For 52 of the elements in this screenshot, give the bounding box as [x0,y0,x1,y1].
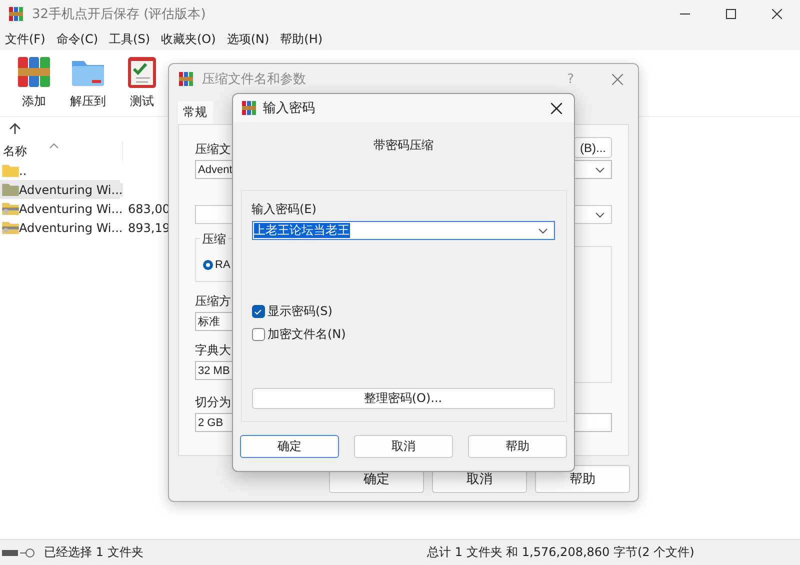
check-icon [253,306,263,316]
field-label: 压缩方 [195,293,231,310]
field-label: 输入密码(E) [252,201,316,218]
dialog-button[interactable]: 帮助 [468,435,567,458]
menu-item[interactable]: 收藏夹(O) [156,30,222,48]
folder-icon [2,183,19,196]
window-title: 32手机点开后保存 (评估版本) [32,6,207,23]
dialog-button[interactable]: 帮助 [535,465,630,493]
checkbox[interactable]: 显示密码(S) [252,303,346,320]
dialog-heading: 带密码压缩 [374,137,434,154]
field-label: 压缩文 [195,141,231,158]
menu-item[interactable]: 命令(C) [51,30,104,48]
dialog-title: 压缩文件名和参数 [202,71,307,88]
dialog-title: 输入密码 [263,100,316,117]
organize-passwords-button[interactable]: 整理密码(O)... [252,388,554,409]
field-label: 切分为 [195,394,231,411]
file-name: Adventuring Wi... [19,220,123,234]
drive-key-icon [2,548,36,558]
file-name: Adventuring Wi... [19,182,123,196]
status-text: 已经选择 1 文件夹 [44,544,144,561]
archive-folder-icon [2,202,19,215]
books-icon [16,54,52,90]
chevron-down-icon [595,166,605,172]
close-icon[interactable] [551,102,562,114]
folder-icon [2,164,19,177]
column-header[interactable]: 名称 [3,142,27,160]
format-radio[interactable]: RA [203,259,414,271]
toolbar-button[interactable]: 添加 [12,54,56,116]
file-name: .. [19,164,28,178]
checkbox[interactable]: 加密文件名(N) [252,326,346,343]
file-name: Adventuring Wi... [19,202,123,216]
menu-item[interactable]: 帮助(H) [275,30,329,48]
sort-caret-icon [49,143,59,149]
field-label: 字典大 [195,342,231,359]
tab[interactable]: 常规 [178,101,213,124]
toolbar-button[interactable]: 解压到 [66,54,110,116]
browse-button[interactable]: (B)... [574,137,612,158]
archive-folder-icon [2,221,19,234]
up-arrow-icon[interactable] [9,123,21,135]
app-icon [241,100,257,116]
password-field[interactable]: 上老王论坛当老王 [252,221,554,240]
chevron-down-icon [595,212,605,218]
dialog-button[interactable]: 取消 [354,435,453,458]
menu-item[interactable]: 选项(N) [222,30,276,48]
app-icon [8,6,24,22]
toolbar-button[interactable]: 测试 [120,54,164,116]
menu-item[interactable]: 文件(F) [0,30,52,48]
chevron-down-icon [538,228,548,234]
status-text: 总计 1 文件夹 和 1,576,208,860 字节(2 个文件) [427,544,694,561]
dialog-button[interactable]: 确定 [240,435,339,458]
menu-item[interactable]: 工具(S) [104,30,156,48]
app-icon [178,71,194,87]
